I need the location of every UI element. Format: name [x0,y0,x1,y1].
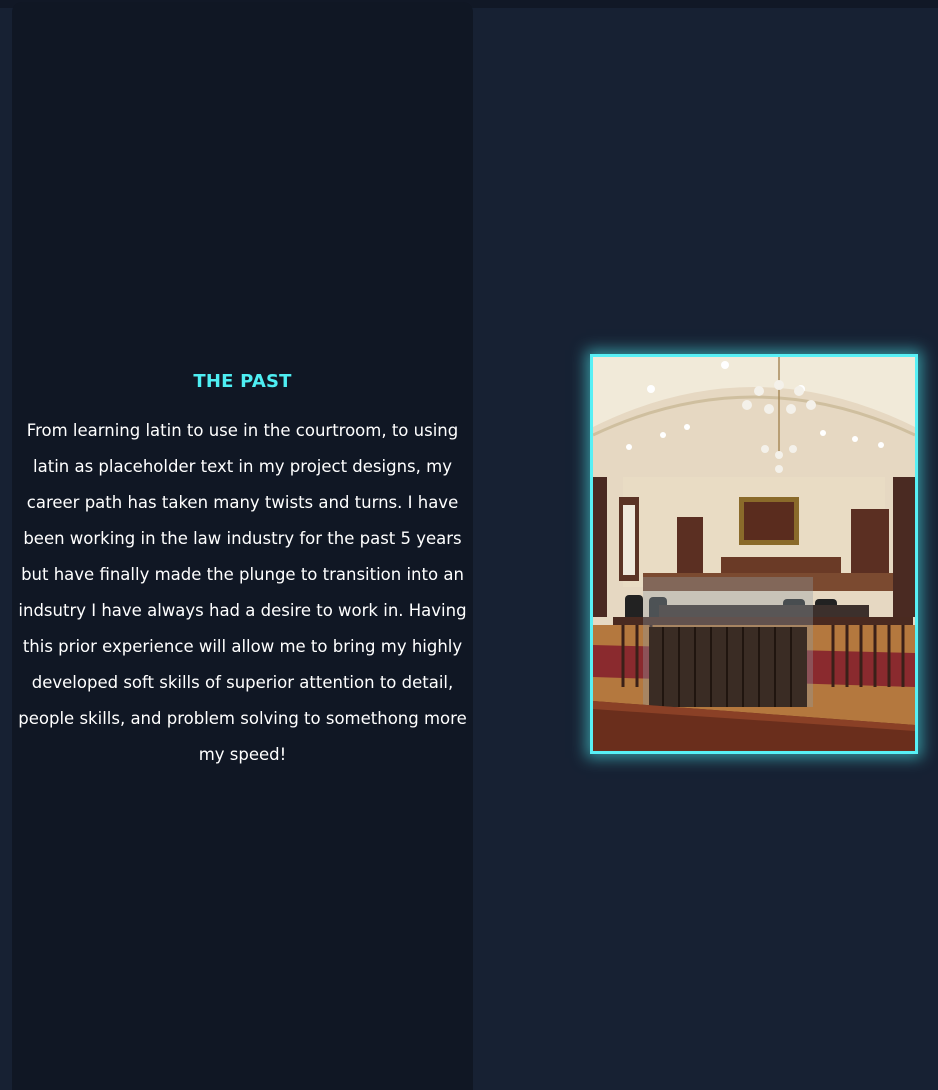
section-title: THE PAST [193,371,292,392]
section-body: From learning latin to use in the courtr… [18,421,467,764]
courtroom-photo [590,354,918,754]
past-section: THE PAST From learning latin to use in t… [12,368,473,773]
text-panel: THE PAST From learning latin to use in t… [12,2,473,1090]
page: THE PAST From learning latin to use in t… [0,0,938,1090]
